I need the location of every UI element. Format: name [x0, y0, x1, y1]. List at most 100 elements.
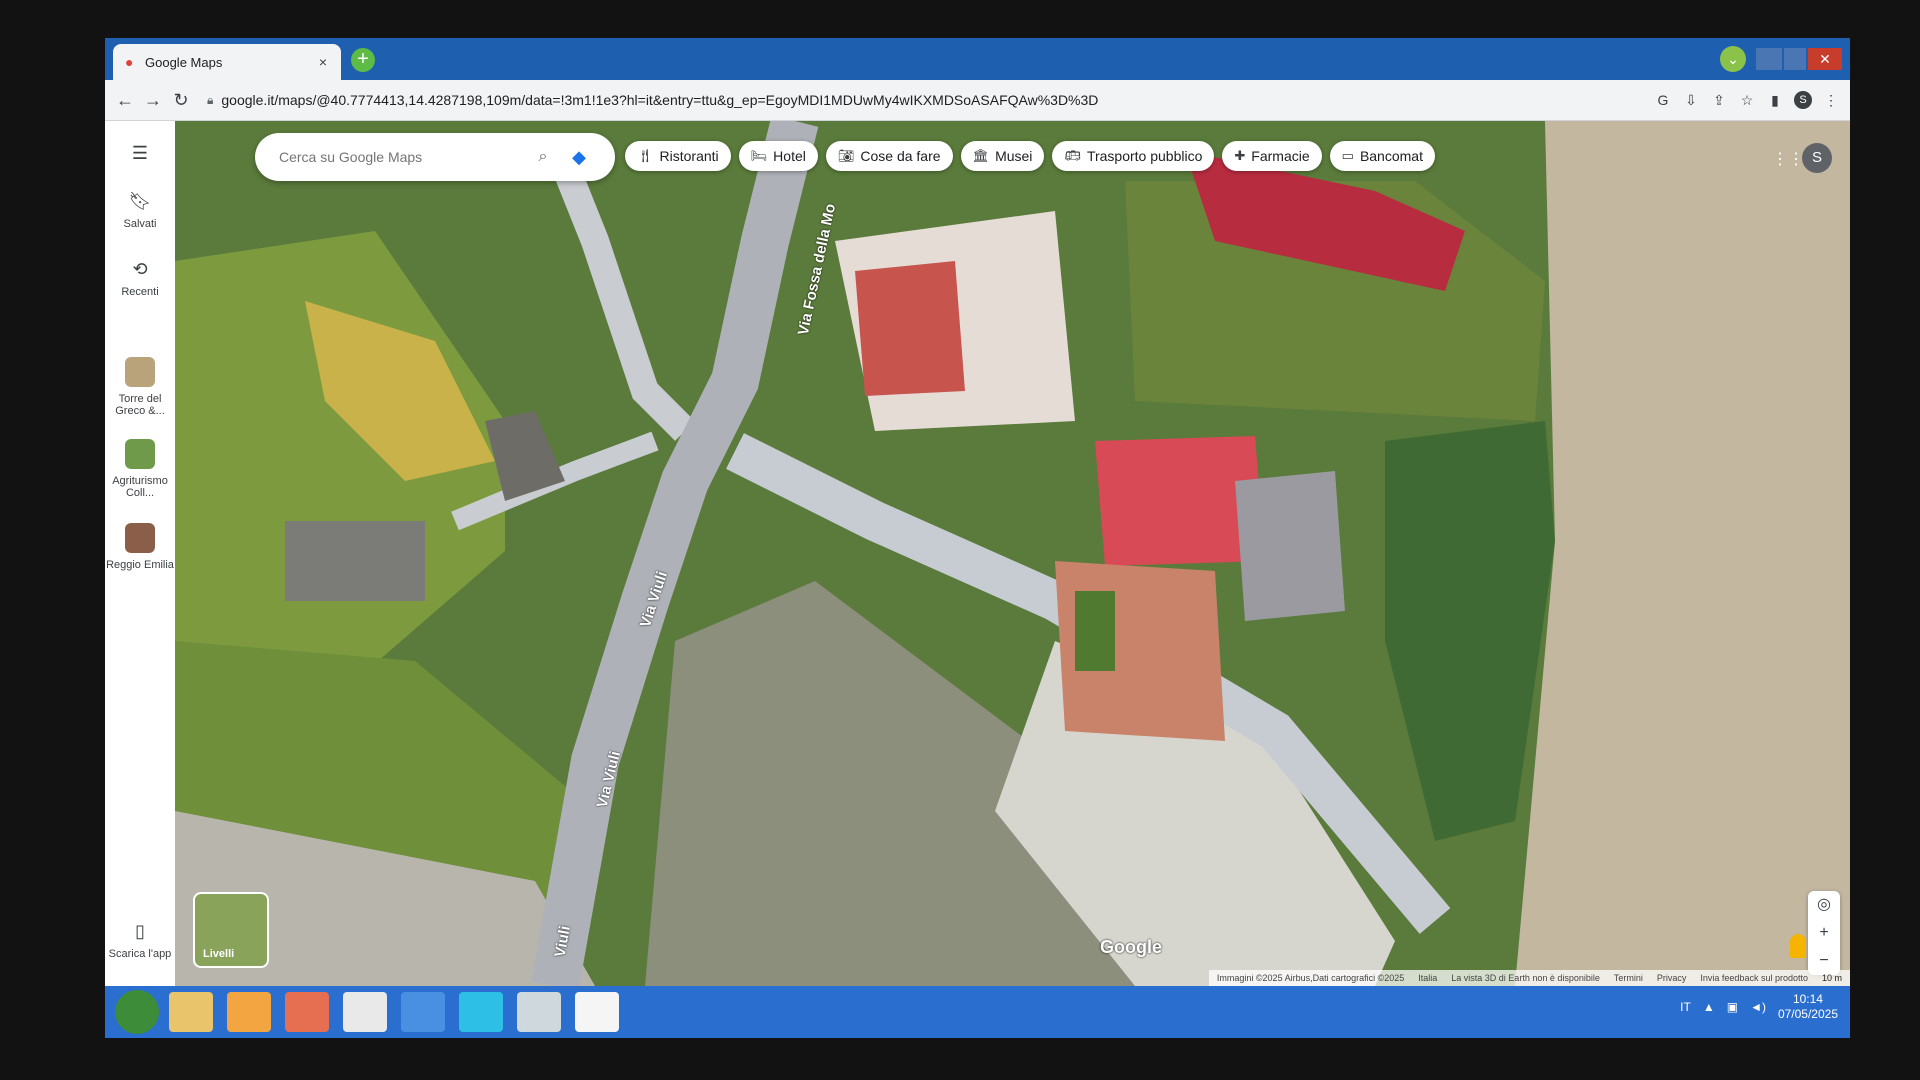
directions-icon[interactable]: ◆	[565, 143, 593, 171]
internet-explorer-icon[interactable]	[401, 992, 445, 1032]
chip-cose-da-fare[interactable]: 📷︎ Cose da fare	[825, 141, 953, 171]
recent-place-reggio-emilia[interactable]: Reggio Emilia	[105, 523, 175, 571]
chip-bancomat[interactable]: ▭ Bancomat	[1329, 141, 1435, 171]
chip-trasporto-pubblico[interactable]: 🚌︎ Trasporto pubblico	[1052, 141, 1215, 171]
tab-strip: ● Google Maps × + ⌄ ✕	[105, 38, 1850, 80]
search-box: ⌕ ◆	[255, 133, 615, 181]
map-attribution: Immagini ©2025 Airbus,Dati cartografici …	[1208, 970, 1850, 986]
recent-place-torre-del-greco[interactable]: Torre del Greco &...	[105, 357, 175, 417]
museum-icon: 🏛︎	[972, 148, 990, 163]
firefox-icon[interactable]	[285, 992, 329, 1032]
side-panel-icon[interactable]: ▮	[1766, 91, 1784, 109]
system-tray: IT ▲ ▣ ◄) 10:14 07/05/2025	[1680, 992, 1838, 1022]
map-controls: ◎ + −	[1808, 891, 1840, 975]
sidebar-item-label: Recenti	[121, 286, 159, 298]
google-lens-icon[interactable]: G	[1654, 91, 1672, 109]
layers-label: Livelli	[203, 948, 235, 960]
swimming-pool	[1075, 591, 1115, 671]
sidebar-item-recent[interactable]: ⟲ Recenti	[105, 259, 175, 298]
monitor-bezel: ● Google Maps × + ⌄ ✕ ← → ↻ 🔒︎ google.it…	[0, 0, 1920, 1080]
media-player-icon[interactable]	[227, 992, 271, 1032]
maximize-button[interactable]	[1784, 48, 1806, 70]
imagery-credit: Immagini ©2025 Airbus,Dati cartografici …	[1216, 973, 1405, 983]
tray-arrow-icon[interactable]: ▲	[1703, 1000, 1715, 1014]
search-icon[interactable]: ⌕	[531, 148, 555, 166]
pharmacy-icon: ✚	[1234, 148, 1246, 163]
start-button[interactable]	[115, 990, 159, 1034]
terms-link[interactable]: Termini	[1614, 973, 1643, 983]
region-link[interactable]: Italia	[1418, 973, 1437, 983]
zoom-in-button[interactable]: +	[1808, 919, 1840, 947]
hamburger-icon: ☰	[131, 143, 149, 163]
chip-ristoranti[interactable]: 🍴︎ Ristoranti	[625, 141, 731, 171]
menu-button[interactable]: ☰	[105, 143, 175, 170]
chip-label: Trasporto pubblico	[1086, 148, 1203, 164]
pegman-icon[interactable]	[1790, 934, 1806, 958]
red-roof	[855, 261, 965, 396]
chrome-icon[interactable]	[343, 992, 387, 1032]
clock[interactable]: 10:14 07/05/2025	[1778, 992, 1838, 1022]
my-location-icon[interactable]: ◎	[1808, 891, 1840, 919]
chip-farmacie[interactable]: ✚ Farmacie	[1222, 141, 1322, 171]
chrome-menu-icon[interactable]: ⌄	[1720, 46, 1746, 72]
bookmark-icon: 🔖︎	[128, 191, 152, 211]
place-thumbnail	[125, 357, 155, 387]
camera-icon: 📷︎	[837, 148, 855, 163]
kebab-menu-icon[interactable]: ⋮	[1822, 91, 1840, 109]
sidebar-item-saved[interactable]: 🔖︎ Salvati	[105, 191, 175, 230]
address-bar[interactable]: 🔒︎ google.it/maps/@40.7774413,14.4287198…	[203, 86, 1633, 114]
toolbar-icons: G ⇩ ⇪ ☆ ▮ S ⋮	[1654, 91, 1840, 109]
chip-hotel[interactable]: 🛏︎ Hotel	[738, 141, 818, 171]
language-indicator[interactable]: IT	[1680, 1000, 1691, 1014]
history-icon: ⟲	[132, 259, 148, 279]
minimize-button[interactable]	[1756, 48, 1782, 70]
layers-button[interactable]: Livelli	[193, 892, 269, 968]
account-avatar[interactable]: S	[1802, 143, 1832, 173]
notepad-icon[interactable]	[517, 992, 561, 1032]
chip-label: Hotel	[773, 148, 806, 164]
bus-icon: 🚌︎	[1064, 148, 1081, 163]
chip-label: Farmacie	[1251, 148, 1310, 164]
new-tab-button[interactable]: +	[351, 48, 375, 72]
chip-label: Musei	[995, 148, 1033, 164]
privacy-link[interactable]: Privacy	[1657, 973, 1687, 983]
maps-pin-icon: ●	[125, 54, 134, 70]
close-window-button[interactable]: ✕	[1808, 48, 1842, 70]
sidebar-item-label: Salvati	[123, 218, 157, 230]
sand-area	[1515, 121, 1850, 986]
recent-place-agriturismo[interactable]: Agriturismo Coll...	[105, 439, 175, 499]
google-logo: Google	[1100, 937, 1162, 957]
place-thumbnail	[125, 523, 155, 553]
network-icon[interactable]: ▣	[1727, 1000, 1738, 1014]
bookmark-star-icon[interactable]: ☆	[1738, 91, 1756, 109]
feedback-link[interactable]: Invia feedback sul prodotto	[1700, 973, 1808, 983]
farmhouse-roof	[285, 521, 425, 601]
back-icon[interactable]: ←	[111, 90, 139, 111]
profile-avatar[interactable]: S	[1794, 91, 1812, 109]
volume-icon[interactable]: ◄)	[1750, 1000, 1766, 1014]
search-input[interactable]	[277, 148, 531, 166]
chip-label: Bancomat	[1359, 148, 1423, 164]
tab-close-icon[interactable]: ×	[315, 54, 331, 70]
reload-icon[interactable]: ↻	[167, 90, 195, 111]
tab-google-maps[interactable]: ● Google Maps ×	[113, 44, 341, 80]
file-explorer-icon[interactable]	[169, 992, 213, 1032]
chip-label: Cose da fare	[860, 148, 941, 164]
parking-lot	[1235, 471, 1345, 621]
category-chips: 🍴︎ Ristoranti 🛏︎ Hotel 📷︎ Cose da fare 🏛…	[625, 141, 1435, 171]
url-text: google.it/maps/@40.7774413,14.4287198,10…	[221, 92, 1099, 108]
scale-bar[interactable]: 10 m	[1822, 973, 1842, 983]
satellite-map[interactable]: Via Fossa della Mo Via Viuli Via Viuli V…	[175, 121, 1850, 986]
chip-musei[interactable]: 🏛︎ Musei	[960, 141, 1045, 171]
recent-place-label: Torre del Greco &...	[115, 393, 165, 417]
download-app-label: Scarica l'app	[108, 948, 172, 960]
share-icon[interactable]: ⇪	[1710, 91, 1728, 109]
download-app-button[interactable]: ▯ Scarica l'app	[105, 921, 175, 960]
chrome-active-icon[interactable]	[575, 992, 619, 1032]
edge-icon[interactable]	[459, 992, 503, 1032]
clock-time: 10:14	[1792, 992, 1823, 1006]
atm-icon: ▭	[1341, 148, 1354, 163]
forward-icon[interactable]: →	[139, 90, 167, 111]
google-apps-icon[interactable]: ⋮⋮	[1772, 149, 1804, 168]
install-app-icon[interactable]: ⇩	[1682, 91, 1700, 109]
